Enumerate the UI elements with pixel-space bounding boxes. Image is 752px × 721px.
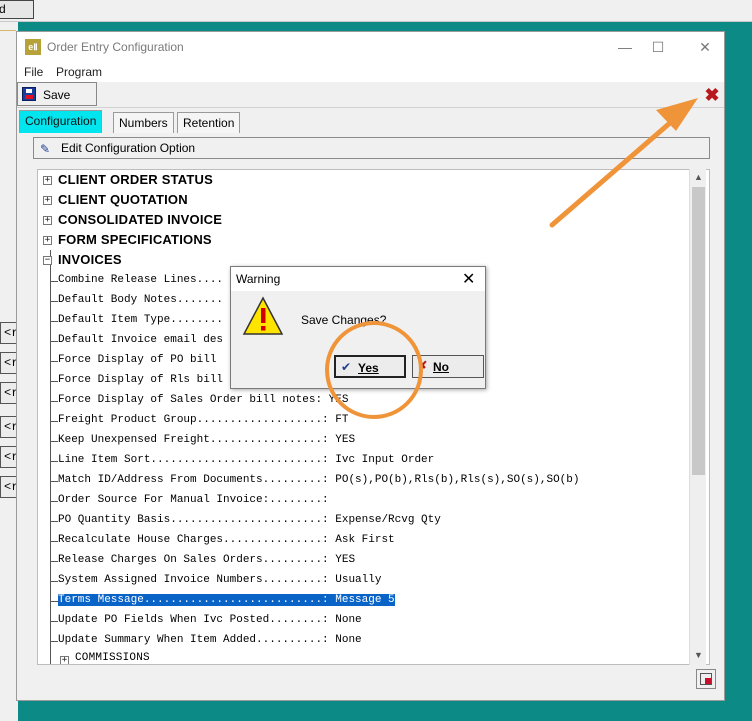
tree-item-label: Recalculate House Charges...............… — [58, 534, 395, 546]
tree-item-label: System Assigned Invoice Numbers.........… — [58, 574, 382, 586]
background-window-strip: d — [0, 0, 752, 22]
no-button[interactable]: ✘ No — [412, 355, 484, 378]
expand-icon[interactable]: + — [43, 176, 52, 185]
tree-connector-line — [50, 250, 51, 664]
tree-branch — [50, 421, 58, 422]
tree-branch — [50, 441, 58, 442]
tree-item-label: Force Display of Rls bill — [58, 374, 224, 386]
scroll-up-icon[interactable]: ▲ — [690, 169, 707, 185]
expand-icon[interactable]: + — [43, 196, 52, 205]
tree-branch — [50, 601, 58, 602]
tree-item-label: Freight Product Group...................… — [58, 414, 349, 426]
tree-item-label: Match ID/Address From Documents.........… — [58, 474, 580, 486]
title-bar: eⅡ Order Entry Configuration — ☐ ✕ — [17, 32, 724, 62]
tab-strip: Configuration Numbers Retention — [17, 110, 724, 134]
tree-item-label: PO Quantity Basis.......................… — [58, 514, 441, 526]
tree-branch — [50, 501, 58, 502]
tree-item-label: Combine Release Lines.... — [58, 274, 224, 286]
toolbar: Save ✖ — [17, 82, 724, 108]
tree-branch — [50, 281, 58, 282]
warning-icon — [242, 296, 284, 335]
dialog-message: Save Changes? — [301, 313, 387, 327]
tree-item-label: Keep Unexpensed Freight.................… — [58, 434, 356, 446]
background-button-label: d — [0, 2, 6, 16]
pencil-icon: ✎ — [40, 142, 51, 156]
yes-button-label: Yes — [358, 361, 379, 375]
menu-bar: File Program — [17, 62, 724, 82]
tree-item-label: Default Body Notes....... — [58, 294, 224, 306]
tree-group-label: CLIENT ORDER STATUS — [58, 172, 213, 187]
save-button[interactable]: Save — [17, 82, 97, 106]
menu-program[interactable]: Program — [56, 65, 102, 79]
expand-icon[interactable]: + — [60, 656, 69, 664]
dialog-title-bar: Warning ✕ — [231, 267, 485, 291]
background-divider — [0, 30, 16, 31]
save-button-label: Save — [43, 88, 71, 102]
tree-vertical-scrollbar[interactable]: ▲ ▼ — [689, 169, 706, 665]
tree-item-label: Update PO Fields When Ivc Posted........… — [58, 614, 362, 626]
app-icon: eⅡ — [25, 39, 41, 55]
tab-configuration[interactable]: Configuration — [19, 110, 103, 133]
exit-button[interactable] — [696, 669, 716, 689]
menu-file[interactable]: File — [24, 65, 43, 79]
tree-item-label: Force Display of PO bill — [58, 354, 217, 366]
minimize-button[interactable]: — — [611, 36, 639, 58]
tree-item-label: Terms Message...........................… — [58, 594, 395, 606]
tree-branch — [50, 621, 58, 622]
warning-dialog: Warning ✕ Save Changes? ✔ Yes ✘ No — [230, 266, 486, 389]
expand-icon[interactable]: + — [43, 216, 52, 225]
window-close-button[interactable]: ✕ — [691, 36, 719, 58]
dialog-title: Warning — [236, 272, 281, 286]
close-icon[interactable]: ✖ — [701, 84, 723, 106]
tree-branch — [50, 481, 58, 482]
scroll-down-icon[interactable]: ▼ — [690, 647, 707, 663]
exit-icon — [700, 673, 712, 685]
x-icon: ✘ — [418, 360, 428, 372]
tree-branch — [50, 321, 58, 322]
tree-branch — [50, 381, 58, 382]
tree-branch — [50, 341, 58, 342]
tree-item-label: Default Invoice email des — [58, 334, 224, 346]
maximize-button[interactable]: ☐ — [644, 36, 672, 58]
window-title: Order Entry Configuration — [47, 40, 184, 54]
dialog-close-button[interactable]: ✕ — [462, 269, 475, 289]
expand-icon[interactable]: + — [43, 236, 52, 245]
floppy-disk-icon — [22, 87, 36, 101]
tree-branch — [50, 541, 58, 542]
tree-branch — [50, 461, 58, 462]
background-button[interactable]: d — [0, 0, 34, 19]
tree-item-label: Order Source For Manual Invoice:........… — [58, 494, 329, 506]
tree-branch — [50, 581, 58, 582]
edit-option-label: Edit Configuration Option — [61, 141, 196, 155]
tree-group-label: INVOICES — [58, 252, 122, 267]
yes-button[interactable]: ✔ Yes — [334, 355, 406, 378]
tab-retention[interactable]: Retention — [177, 112, 241, 133]
tree-item-label: Update Summary When Item Added..........… — [58, 634, 362, 646]
tree-branch — [50, 361, 58, 362]
tree-group-label: FORM SPECIFICATIONS — [58, 232, 212, 247]
tree-branch — [50, 401, 58, 402]
tree-group-label: COMMISSIONS — [75, 652, 150, 664]
tree-branch — [50, 641, 58, 642]
tree-branch — [50, 301, 58, 302]
tree-branch — [50, 521, 58, 522]
tree-item-label: Force Display of Sales Order bill notes:… — [58, 394, 349, 406]
collapse-icon[interactable]: − — [43, 256, 52, 265]
tab-numbers[interactable]: Numbers — [113, 112, 174, 133]
edit-configuration-option-button[interactable]: ✎ Edit Configuration Option — [33, 137, 710, 159]
scroll-thumb[interactable] — [692, 187, 705, 475]
no-button-label: No — [433, 360, 449, 374]
tree-item-label: Default Item Type........ — [58, 314, 224, 326]
tree-branch — [50, 561, 58, 562]
tree-group-label: CONSOLIDATED INVOICE — [58, 212, 223, 227]
tree-item-label: Line Item Sort..........................… — [58, 454, 435, 466]
configuration-tree[interactable]: + CLIENT ORDER STATUS + CLIENT QUOTATION… — [37, 169, 710, 665]
checkmark-icon: ✔ — [341, 360, 352, 374]
tree-item-label: Release Charges On Sales Orders.........… — [58, 554, 356, 566]
tree-group-label: CLIENT QUOTATION — [58, 192, 188, 207]
